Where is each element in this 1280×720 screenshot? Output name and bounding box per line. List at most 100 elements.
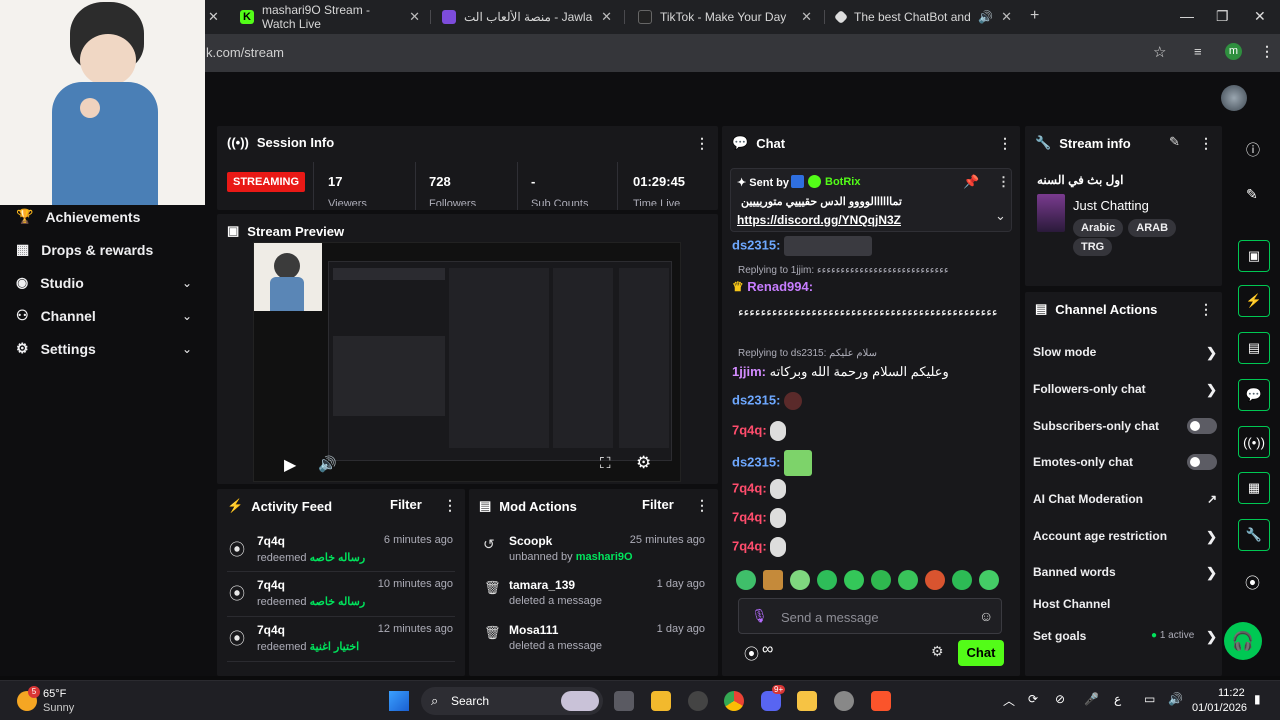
account-age-row[interactable]: Account age restriction ❯: [1033, 529, 1217, 544]
tab-botrix[interactable]: The best ChatBot and Widg 🔊 ✕: [826, 4, 1022, 30]
close-icon[interactable]: ✕: [801, 9, 812, 25]
banned-words-row[interactable]: Banned words ❯: [1033, 565, 1217, 580]
restore-icon[interactable]: ❐: [1216, 8, 1229, 25]
stream-preview-rail-icon[interactable]: ▣: [1238, 240, 1270, 272]
support-headset-icon[interactable]: 🎧: [1224, 622, 1262, 660]
subscribers-only-row[interactable]: Subscribers-only chat: [1033, 418, 1217, 434]
emotes-only-toggle[interactable]: [1187, 454, 1217, 470]
chevron-down-icon[interactable]: ⌄: [182, 309, 192, 323]
chevron-down-icon[interactable]: ⌄: [182, 342, 192, 356]
chevron-up-icon[interactable]: ︿: [1003, 692, 1015, 709]
windows-start-icon[interactable]: [389, 691, 409, 711]
emote-icon[interactable]: [925, 570, 945, 590]
task-view-icon[interactable]: [614, 691, 634, 711]
emote-icon[interactable]: [898, 570, 918, 590]
chat-settings-icon[interactable]: ⚙: [931, 643, 944, 660]
broadcast-rail-icon[interactable]: ((•)): [1238, 426, 1270, 458]
microphone-tray-icon[interactable]: 🎤: [1084, 692, 1099, 706]
edit-pencil-icon[interactable]: ✎: [1246, 186, 1258, 203]
kebab-menu-icon[interactable]: ⋮: [695, 497, 709, 514]
speaker-icon[interactable]: 🔊: [978, 10, 993, 24]
chevron-down-icon[interactable]: ⌄: [995, 208, 1006, 224]
emote-icon[interactable]: [871, 570, 891, 590]
profile-avatar[interactable]: m: [1225, 43, 1242, 60]
subscribers-only-toggle[interactable]: [1187, 418, 1217, 434]
emote-icon[interactable]: [844, 570, 864, 590]
fullscreen-icon[interactable]: ⛶: [600, 455, 611, 472]
language-indicator[interactable]: ع: [1114, 692, 1121, 706]
kebab-menu-icon[interactable]: ⋮: [1199, 135, 1213, 152]
kebab-menu-icon[interactable]: ⋮: [1199, 301, 1213, 318]
browser-menu-icon[interactable]: ⋮: [1260, 43, 1274, 60]
sidebar-item-settings[interactable]: ⚙ Settings: [16, 340, 96, 357]
sync-icon[interactable]: ⟳: [1028, 692, 1038, 706]
clock-date[interactable]: 01/01/2026: [1192, 702, 1247, 714]
file-explorer-icon[interactable]: [651, 691, 671, 711]
taskbar-search[interactable]: ⌕ Search: [421, 687, 603, 715]
pin-icon[interactable]: 📌: [963, 174, 979, 190]
followers-only-row[interactable]: Followers-only chat ❯: [1033, 382, 1217, 397]
volume-icon[interactable]: 🔊: [318, 455, 337, 473]
set-goals-row[interactable]: Set goals ● 1 active ❯: [1033, 629, 1217, 644]
emote-icon[interactable]: [817, 570, 837, 590]
notification-icon[interactable]: ▮: [1254, 692, 1261, 706]
mod-filter-button[interactable]: Filter: [642, 497, 674, 512]
chrome-icon[interactable]: [724, 691, 744, 711]
tab-kick-stream[interactable]: K mashari9O Stream - Watch Live ✕: [230, 3, 430, 31]
activity-filter-button[interactable]: Filter: [390, 497, 422, 512]
chat-send-button[interactable]: Chat: [958, 640, 1004, 666]
emote-icon[interactable]: [979, 570, 999, 590]
chat-input-box[interactable]: 🎙 Send a message ☺: [738, 598, 1002, 634]
close-icon[interactable]: ✕: [1001, 9, 1012, 25]
channel-actions-rail-icon[interactable]: ▦: [1238, 472, 1270, 504]
tag[interactable]: Arabic: [1073, 219, 1124, 237]
play-icon[interactable]: ▶: [284, 455, 296, 475]
kebab-menu-icon[interactable]: ⋮: [695, 135, 709, 152]
minimize-icon[interactable]: —: [1180, 8, 1194, 24]
close-icon[interactable]: ✕: [601, 9, 612, 25]
sidebar-item-channel[interactable]: ⚇ Channel: [16, 307, 96, 324]
info-icon[interactable]: ⓘ: [1246, 140, 1260, 160]
star-icon[interactable]: ☆: [1153, 43, 1166, 61]
tab-jawlah[interactable]: منصة الألعاب الت - Jawlah | جولة ✕: [432, 4, 622, 30]
discord-icon[interactable]: [761, 691, 781, 711]
wrench-rail-icon[interactable]: 🔧: [1238, 519, 1270, 551]
emote-icon[interactable]: [736, 570, 756, 590]
new-tab-icon[interactable]: +: [1030, 7, 1039, 25]
ai-moderation-row[interactable]: AI Chat Moderation ↗: [1033, 492, 1217, 506]
close-icon[interactable]: ✕: [208, 9, 219, 25]
edit-pencil-icon[interactable]: ✎: [1169, 134, 1180, 150]
volume-tray-icon[interactable]: 🔊: [1168, 692, 1183, 706]
close-icon[interactable]: ✕: [409, 9, 420, 25]
kebab-menu-icon[interactable]: ⋮: [998, 135, 1012, 152]
emote-icon[interactable]: [763, 570, 783, 590]
display-icon[interactable]: ▭: [1144, 692, 1155, 706]
pinned-link[interactable]: https://discord.gg/YNQqjN3Z: [737, 213, 901, 227]
chevron-down-icon[interactable]: ⌄: [182, 276, 192, 290]
sidebar-item-drops[interactable]: ▦ Drops & rewards: [16, 241, 153, 258]
notes-app-icon[interactable]: [797, 691, 817, 711]
settings-app-icon[interactable]: [834, 691, 854, 711]
tag[interactable]: TRG: [1073, 238, 1113, 256]
settings-gear-icon[interactable]: ⚙: [636, 453, 651, 473]
sidebar-item-studio[interactable]: ◉ Studio: [16, 274, 84, 291]
emote-icon[interactable]: [790, 570, 810, 590]
network-off-icon[interactable]: ⊘: [1055, 692, 1065, 706]
obs-icon[interactable]: [688, 691, 708, 711]
tab-tiktok[interactable]: TikTok - Make Your Day ✕: [628, 4, 822, 30]
media-control-icon[interactable]: ≡: [1194, 44, 1202, 59]
user-avatar[interactable]: [1221, 85, 1247, 111]
close-window-icon[interactable]: ✕: [1254, 8, 1266, 25]
kick-logo-icon[interactable]: ⦿: [1245, 572, 1260, 593]
url-text[interactable]: k.com/stream: [206, 45, 284, 60]
sidebar-item-achievements[interactable]: 🏆 Achievements: [16, 208, 140, 225]
video-player[interactable]: ▶ 🔊 ⛶ ⚙: [253, 242, 681, 482]
mod-actions-rail-icon[interactable]: ▤: [1238, 332, 1270, 364]
chat-rail-icon[interactable]: 💬: [1238, 379, 1270, 411]
kebab-menu-icon[interactable]: ⋮: [443, 497, 457, 514]
slow-mode-row[interactable]: Slow mode ❯: [1033, 345, 1217, 360]
emoji-icon[interactable]: ☺: [979, 608, 993, 624]
host-channel-row[interactable]: Host Channel: [1033, 597, 1217, 611]
clock-time[interactable]: 11:22: [1218, 687, 1245, 699]
microphone-icon[interactable]: 🎙: [751, 608, 768, 624]
